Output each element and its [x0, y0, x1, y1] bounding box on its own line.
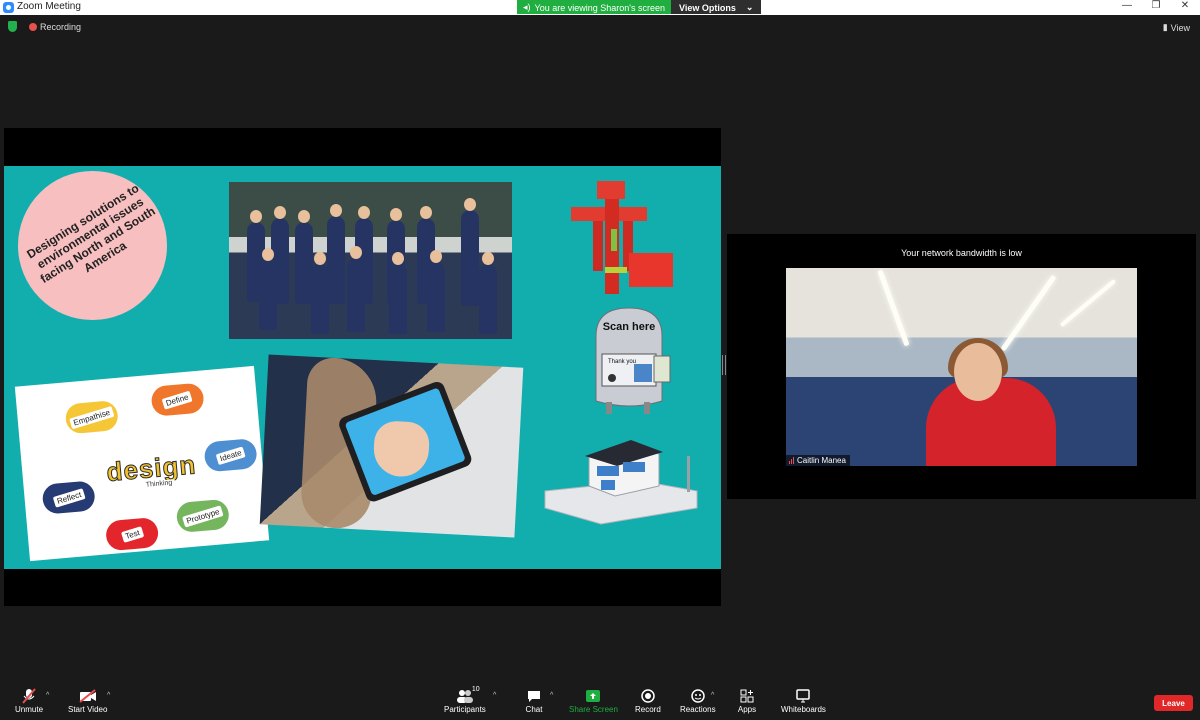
zoom-logo-icon [3, 2, 14, 13]
presentation-slide: Designing solutions to environmental iss… [4, 166, 721, 569]
share-screen-label: Share Screen [569, 705, 618, 714]
view-label: View [1170, 22, 1190, 33]
record-icon [638, 687, 658, 705]
chat-icon [524, 687, 544, 705]
step-reflect: Reflect [41, 480, 96, 515]
participant-name-tag: Caitlin Manea [786, 455, 850, 466]
recording-icon [29, 23, 37, 31]
view-button[interactable]: ▮ View [1163, 22, 1190, 33]
machine-3d-model [571, 181, 673, 294]
unmute-button[interactable]: Unmute [15, 687, 43, 714]
reactions-caret-icon[interactable]: ^ [711, 692, 714, 699]
viewing-indicator: ◂) You are viewing Sharon's screen [517, 0, 671, 14]
participants-button[interactable]: 10 Participants [444, 686, 486, 714]
split-resize-handle[interactable] [722, 355, 726, 375]
audio-options-caret-icon[interactable]: ^ [46, 692, 49, 699]
scan-here-label: Scan here [603, 321, 656, 333]
design-thinking-card: Empathise Define Ideate Reflect Test Pro… [14, 365, 270, 562]
scanner-3d-model: Scan here Thank you [595, 307, 671, 414]
step-prototype: Prototype [175, 498, 231, 534]
meeting-status-bar: Recording ▮ View [0, 15, 1200, 39]
apps-label: Apps [737, 705, 757, 714]
speaker-icon: ◂) [523, 2, 531, 12]
reactions-label: Reactions [680, 705, 716, 714]
record-label: Record [635, 705, 661, 714]
view-options-label: View Options [678, 2, 736, 13]
participants-count: 10 [471, 686, 480, 693]
apps-icon [737, 687, 757, 705]
slide-title: Designing solutions to environmental iss… [24, 180, 158, 287]
share-screen-icon [583, 687, 603, 705]
viewing-text: You are viewing Sharon's screen [534, 2, 665, 13]
record-button[interactable]: Record [635, 687, 661, 714]
bandwidth-warning: Your network bandwidth is low [901, 248, 1022, 258]
design-thinking-logo: design Thinking [105, 449, 198, 489]
participants-icon: 10 [455, 686, 480, 705]
participant-name: Caitlin Manea [797, 456, 846, 465]
chat-caret-icon[interactable]: ^ [550, 692, 553, 699]
whiteboards-label: Whiteboards [781, 705, 826, 714]
house-3d-model [544, 440, 698, 525]
video-panel: Your network bandwidth is low Caitlin Ma… [727, 234, 1196, 499]
participants-caret-icon[interactable]: ^ [493, 692, 496, 699]
video-options-caret-icon[interactable]: ^ [107, 692, 110, 699]
share-screen-button[interactable]: Share Screen [569, 687, 618, 714]
meeting-toolbar: Unmute ^ Start Video ^ 10 Participants ^… [0, 684, 1200, 720]
smiley-icon [688, 687, 708, 705]
view-layout-icon: ▮ [1162, 22, 1168, 32]
start-video-button[interactable]: Start Video [68, 687, 107, 714]
step-empathise: Empathise [64, 399, 119, 435]
share-banner: ◂) You are viewing Sharon's screen View … [517, 0, 762, 14]
view-options-button[interactable]: View Options ⌄ [670, 0, 762, 14]
class-photo [229, 182, 512, 339]
signal-strength-icon [789, 457, 794, 464]
leave-button[interactable]: Leave [1154, 695, 1193, 711]
chevron-down-icon: ⌄ [745, 2, 754, 12]
title-circle: Designing solutions to environmental iss… [18, 171, 167, 320]
muted-microphone-icon [19, 687, 39, 705]
recording-label: Recording [40, 22, 82, 32]
whiteboards-button[interactable]: Whiteboards [781, 687, 826, 714]
shared-screen: Designing solutions to environmental iss… [4, 128, 721, 606]
step-define: Define [150, 382, 205, 417]
minimize-button[interactable]: — [1112, 0, 1142, 11]
apps-button[interactable]: Apps [737, 687, 757, 714]
restore-button[interactable]: ❐ [1141, 0, 1171, 11]
chat-label: Chat [525, 705, 543, 714]
step-ideate: Ideate [203, 438, 258, 473]
ipad-photo [259, 354, 524, 538]
encryption-shield-icon[interactable] [8, 21, 17, 32]
participants-label: Participants [444, 705, 486, 714]
step-test: Test [104, 516, 160, 552]
chat-button[interactable]: Chat [524, 687, 544, 714]
close-button[interactable]: ✕ [1170, 0, 1200, 11]
unmute-label: Unmute [15, 705, 44, 714]
window-title: Zoom Meeting [17, 1, 81, 12]
whiteboard-icon [793, 687, 813, 705]
start-video-label: Start Video [68, 705, 108, 714]
video-off-icon [78, 687, 98, 705]
thank-you-label: Thank you [608, 359, 636, 365]
participant-video[interactable]: Caitlin Manea [786, 268, 1137, 466]
